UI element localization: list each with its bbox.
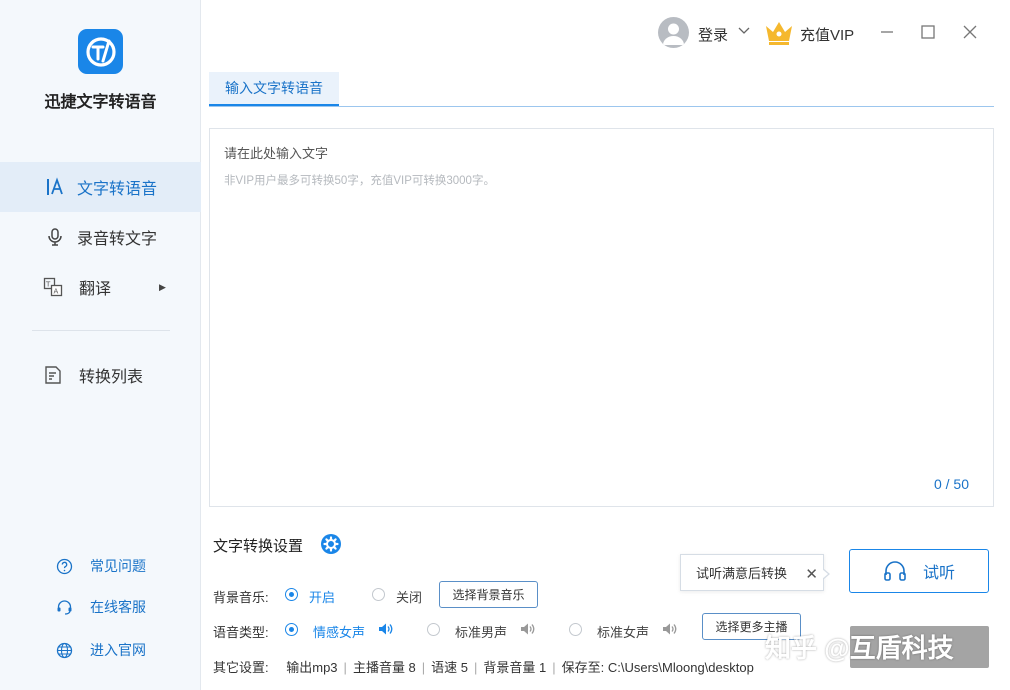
footer-link-label: 进入官网 <box>90 642 146 658</box>
chevron-down-icon[interactable] <box>738 24 750 38</box>
login-link[interactable]: 登录 <box>698 24 728 45</box>
globe-icon <box>55 641 73 659</box>
svg-text:A: A <box>54 288 59 296</box>
sidebar: 迅捷文字转语音 文字转语音 录音转文字 TA 翻译 ▶ 转换列表 常见问题 在线… <box>0 0 201 690</box>
close-icon[interactable] <box>958 20 982 44</box>
footer-link-label: 在线客服 <box>90 599 146 615</box>
minimize-icon[interactable] <box>875 20 899 44</box>
microphone-icon <box>44 226 66 248</box>
character-count: 0 / 50 <box>933 476 969 492</box>
sidebar-item-speech-to-text[interactable]: 录音转文字 <box>0 212 201 262</box>
watermark: 知乎 @互盾科技 <box>765 633 954 663</box>
caret-right-icon: ▶ <box>159 281 166 292</box>
sidebar-item-translate[interactable]: TA 翻译 ▶ <box>0 262 201 312</box>
crown-icon <box>764 19 794 52</box>
document-list-icon <box>42 364 64 386</box>
speech-rate[interactable]: 语速 5 <box>431 660 468 675</box>
preview-listen-button[interactable]: 试听 <box>849 549 989 593</box>
text-input-area[interactable]: 请在此处输入文字 非VIP用户最多可转换50字，充值VIP可转换3000字。 0… <box>209 128 994 507</box>
settings-title: 文字转换设置 <box>213 538 304 555</box>
preview-tooltip: 试听满意后转换 ✕ <box>680 554 830 591</box>
speaker-icon[interactable] <box>520 622 536 641</box>
footer-link-faq[interactable]: 常见问题 <box>0 554 201 578</box>
voice-standard-male-radio[interactable] <box>427 623 440 636</box>
recharge-vip-link[interactable]: 充值VIP <box>800 24 854 45</box>
bgm-on-label[interactable]: 开启 <box>309 587 335 606</box>
app-name: 迅捷文字转语音 <box>44 94 157 111</box>
voice-standard-female-radio[interactable] <box>569 623 582 636</box>
headset-service-icon <box>55 598 73 616</box>
tab-underline <box>209 106 994 107</box>
bgm-off-label[interactable]: 关闭 <box>396 587 422 606</box>
question-icon <box>55 557 73 575</box>
sidebar-item-label: 录音转文字 <box>77 231 158 248</box>
voice-standard-male-label[interactable]: 标准男声 <box>455 622 507 641</box>
maximize-icon[interactable] <box>916 20 940 44</box>
translate-icon: TA <box>42 276 64 298</box>
gear-icon[interactable] <box>320 533 342 560</box>
svg-text:T: T <box>45 281 51 289</box>
bgm-off-radio[interactable] <box>372 588 385 601</box>
voice-standard-female-label[interactable]: 标准女声 <box>597 622 649 641</box>
footer-link-support[interactable]: 在线客服 <box>0 595 201 619</box>
host-volume[interactable]: 主播音量 8 <box>353 660 416 675</box>
choose-bgm-button[interactable]: 选择背景音乐 <box>439 581 538 608</box>
voice-emotional-female-label[interactable]: 情感女声 <box>313 622 365 641</box>
footer-link-label: 常见问题 <box>90 558 146 574</box>
tooltip-text: 试听满意后转换 <box>696 566 788 581</box>
bgm-volume[interactable]: 背景音量 1 <box>483 660 546 675</box>
listen-label: 试听 <box>922 565 955 582</box>
speaker-icon[interactable] <box>662 622 678 641</box>
tooltip-arrow <box>822 568 830 580</box>
save-path[interactable]: 保存至: C:\Users\Mloong\desktop <box>562 660 754 675</box>
sidebar-item-conversion-list[interactable]: 转换列表 <box>0 350 201 400</box>
input-placeholder: 请在此处输入文字 <box>224 146 329 161</box>
footer-link-website[interactable]: 进入官网 <box>0 638 201 662</box>
sidebar-item-label: 文字转语音 <box>77 181 158 198</box>
output-format[interactable]: 输出mp3 <box>286 660 337 675</box>
sidebar-divider <box>32 330 170 331</box>
bgm-on-radio[interactable] <box>285 588 298 601</box>
text-a-icon <box>44 176 66 198</box>
headphones-icon <box>883 560 907 582</box>
other-settings-label: 其它设置: <box>213 660 269 675</box>
user-avatar-icon[interactable] <box>658 17 689 48</box>
input-hint: 非VIP用户最多可转换50字，充值VIP可转换3000字。 <box>224 175 495 187</box>
other-settings-row: 其它设置: 输出mp3 | 主播音量 8 | 语速 5 | 背景音量 1 | 保存至: C:\U… <box>213 660 754 675</box>
voice-type-label: 语音类型: <box>213 625 269 640</box>
sidebar-item-label: 转换列表 <box>79 369 144 386</box>
speaker-icon[interactable] <box>378 622 394 641</box>
close-icon[interactable]: ✕ <box>805 565 818 583</box>
sidebar-item-text-to-speech[interactable]: 文字转语音 <box>0 162 201 212</box>
voice-emotional-female-radio[interactable] <box>285 623 298 636</box>
tab-text-to-speech[interactable]: 输入文字转语音 <box>209 72 339 106</box>
bgm-label: 背景音乐: <box>213 590 269 605</box>
app-logo-icon <box>78 29 123 74</box>
sidebar-item-label: 翻译 <box>79 281 112 298</box>
